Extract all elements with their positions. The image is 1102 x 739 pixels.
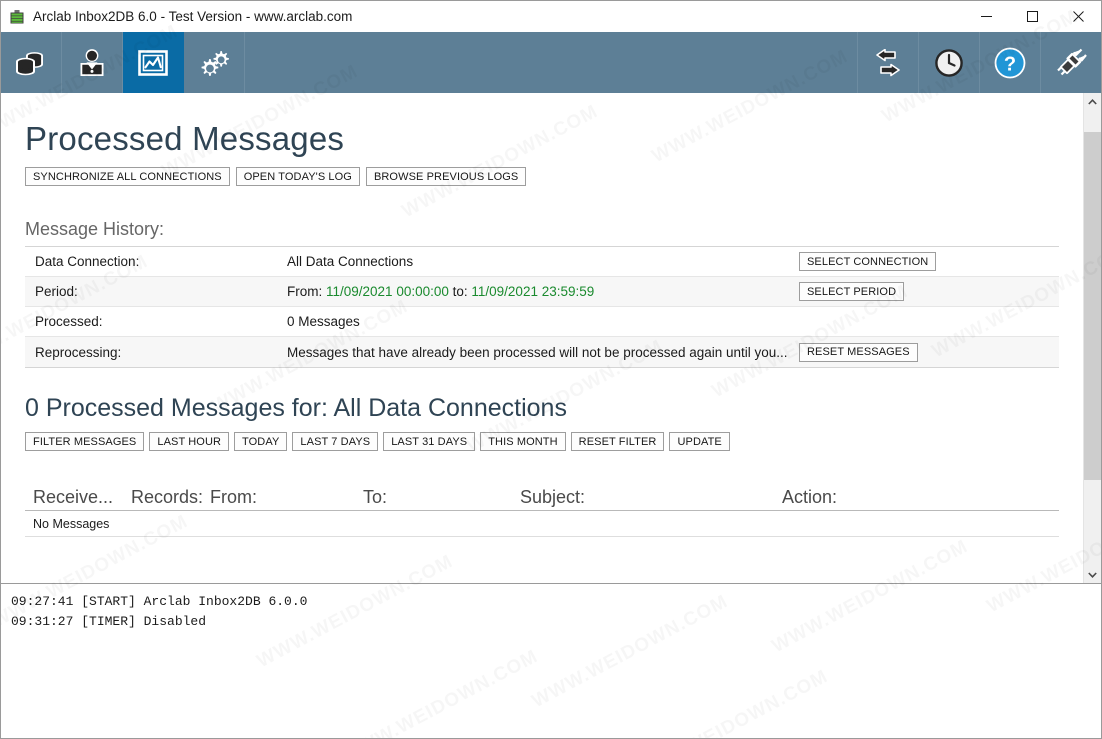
log-line: 09:31:27 [TIMER] Disabled (11, 614, 207, 629)
toolbar-data-connections-button[interactable] (1, 32, 62, 93)
open-todays-log-button[interactable]: OPEN TODAY'S LOG (235, 167, 360, 186)
toolbar-timer-button[interactable] (918, 32, 979, 93)
top-action-buttons: SYNCHRONIZE ALL CONNECTIONS OPEN TODAY'S… (25, 167, 1059, 186)
maximize-icon (1026, 11, 1038, 22)
scroll-up-button[interactable] (1084, 93, 1101, 110)
history-row-period: Period: From: 11/09/2021 00:00:00 to: 11… (25, 277, 1059, 307)
this-month-button[interactable]: THIS MONTH (480, 432, 566, 451)
chevron-up-icon (1088, 98, 1097, 105)
last-7-days-button[interactable]: LAST 7 DAYS (292, 432, 379, 451)
main-toolbar: ? (1, 32, 1101, 93)
minimize-icon (980, 16, 992, 17)
last-hour-button[interactable]: LAST HOUR (149, 432, 230, 451)
minimize-button[interactable] (963, 1, 1009, 32)
messages-section-title: 0 Processed Messages for: All Data Conne… (25, 394, 567, 422)
vertical-scrollbar[interactable] (1083, 93, 1101, 583)
history-action-period: SELECT PERIOD (799, 282, 1059, 301)
message-history-label: Message History: (25, 219, 165, 239)
history-row-reprocessing: Reprocessing: Messages that have already… (25, 337, 1059, 367)
scrollbar-track[interactable] (1084, 110, 1101, 566)
synchronize-all-connections-button[interactable]: SYNCHRONIZE ALL CONNECTIONS (25, 167, 230, 186)
page-title: Processed Messages (25, 120, 345, 157)
history-label-reprocessing: Reprocessing: (35, 344, 122, 360)
history-row-data-connection: Data Connection: All Data Connections SE… (25, 247, 1059, 277)
gears-icon (201, 50, 229, 76)
scroll-down-button[interactable] (1084, 566, 1101, 583)
sync-arrows-icon (876, 48, 900, 76)
close-button[interactable] (1055, 1, 1101, 32)
today-button[interactable]: TODAY (234, 432, 288, 451)
period-date-to: 11/09/2021 23:59:59 (471, 284, 595, 299)
column-header-to[interactable]: To: (363, 487, 520, 508)
no-messages-text: No Messages (33, 516, 110, 531)
column-header-records[interactable]: Records: (131, 487, 210, 508)
clock-icon (935, 48, 963, 77)
history-action-reprocessing: RESET MESSAGES (799, 342, 1059, 362)
history-value-processed: 0 Messages (287, 314, 360, 329)
history-action-data-connection: SELECT CONNECTION (799, 252, 1059, 271)
toolbar-email-accounts-button[interactable] (62, 32, 123, 93)
column-header-received[interactable]: Receive... (25, 487, 131, 508)
history-value-period: From: 11/09/2021 00:00:00 to: 11/09/2021… (287, 284, 799, 299)
history-label-data-connection: Data Connection: (35, 254, 140, 269)
window-title: Arclab Inbox2DB 6.0 - Test Version - www… (33, 9, 353, 24)
period-middle: to: (448, 284, 472, 299)
content-area: Processed Messages SYNCHRONIZE ALL CONNE… (1, 93, 1101, 583)
history-label-period: Period: (35, 284, 78, 299)
log-line: 09:27:41 [START] Arclab Inbox2DB 6.0.0 (11, 594, 308, 609)
maximize-button[interactable] (1009, 1, 1055, 32)
toolbar-right-group: ? (857, 32, 1101, 93)
toolbar-synchronize-button[interactable] (857, 32, 918, 93)
filter-messages-button[interactable]: FILTER MESSAGES (25, 432, 145, 451)
reset-messages-button[interactable]: RESET MESSAGES (799, 342, 918, 362)
last-31-days-button[interactable]: LAST 31 DAYS (383, 432, 476, 451)
column-header-action[interactable]: Action: (782, 487, 1059, 508)
select-period-button[interactable]: SELECT PERIOD (799, 282, 905, 301)
toolbar-disconnect-button[interactable] (1040, 32, 1101, 93)
reset-filter-button[interactable]: RESET FILTER (570, 432, 665, 451)
help-question-icon: ? (994, 47, 1026, 78)
period-prefix: From: (287, 284, 326, 299)
application-window: Arclab Inbox2DB 6.0 - Test Version - www… (0, 0, 1102, 739)
update-button[interactable]: UPDATE (669, 432, 730, 451)
toolbar-help-button[interactable]: ? (979, 32, 1040, 93)
svg-text:?: ? (1004, 53, 1016, 75)
messages-grid-header: Receive... Records: From: To: Subject: A… (25, 476, 1059, 511)
toolbar-settings-button[interactable] (184, 32, 245, 93)
window-controls (963, 1, 1101, 32)
column-header-from[interactable]: From: (210, 487, 363, 508)
messages-empty-row: No Messages (25, 511, 1059, 537)
select-connection-button[interactable]: SELECT CONNECTION (799, 252, 937, 271)
period-date-from: 11/09/2021 00:00:00 (326, 284, 449, 299)
messages-grid: Receive... Records: From: To: Subject: A… (25, 476, 1059, 537)
chart-image-icon (138, 49, 168, 76)
history-label-processed: Processed: (35, 314, 103, 329)
log-output-panel[interactable]: 09:27:41 [START] Arclab Inbox2DB 6.0.0 0… (1, 583, 1101, 738)
database-icon (16, 51, 43, 75)
browse-previous-logs-button[interactable]: BROWSE PREVIOUS LOGS (365, 167, 527, 186)
filter-buttons-row: FILTER MESSAGES LAST HOUR TODAY LAST 7 D… (25, 432, 1059, 451)
chevron-down-icon (1088, 571, 1097, 578)
user-icon (80, 48, 104, 76)
message-history-table: Data Connection: All Data Connections SE… (25, 246, 1059, 368)
toolbar-processed-messages-button[interactable] (123, 32, 184, 93)
plug-icon (1057, 48, 1087, 75)
history-row-processed: Processed: 0 Messages (25, 307, 1059, 337)
history-value-data-connection: All Data Connections (287, 254, 414, 269)
title-bar: Arclab Inbox2DB 6.0 - Test Version - www… (1, 1, 1101, 32)
scrollbar-thumb[interactable] (1084, 132, 1101, 480)
app-database-green-icon (10, 9, 24, 23)
processed-messages-panel: Processed Messages SYNCHRONIZE ALL CONNE… (1, 93, 1083, 583)
column-header-subject[interactable]: Subject: (520, 487, 782, 508)
close-icon (1072, 11, 1084, 22)
history-value-reprocessing: Messages that have already been processe… (287, 344, 788, 360)
